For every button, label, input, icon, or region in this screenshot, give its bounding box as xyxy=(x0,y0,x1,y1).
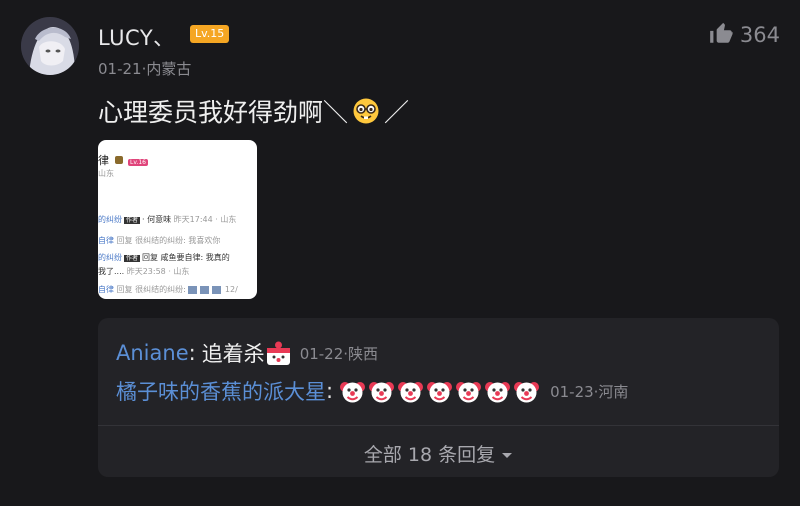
comment-meta: 01-21·内蒙古 xyxy=(98,60,192,78)
reply-item[interactable]: 橘子味的香蕉的派大星 : 01-23·河南 xyxy=(116,376,628,406)
preview-text: 回复 咸鱼要自律: 我真的 xyxy=(142,253,230,262)
preview-emoji-icons xyxy=(188,285,223,294)
reply-meta: 01-23·河南 xyxy=(550,382,629,401)
replies-box: Aniane : 追着杀 01-22·陕西 橘子味的香蕉的派大星 : 01-23… xyxy=(98,318,779,477)
divider xyxy=(98,425,779,426)
preview-meta: 12/ xyxy=(224,285,238,294)
preview-text: 回复 很纠结的纠纷: xyxy=(116,285,186,294)
comment-text-end: ／ xyxy=(384,98,410,127)
view-all-replies-label: 全部 18 条回复 xyxy=(363,444,496,466)
clown-face-icon xyxy=(484,378,511,405)
preview-name: 自律 xyxy=(98,236,114,245)
reply-item[interactable]: Aniane : 追着杀 01-22·陕西 xyxy=(116,338,378,368)
preview-location: 山东 xyxy=(98,169,114,178)
preview-title: 律 xyxy=(98,154,109,167)
reply-meta: 01-22·陕西 xyxy=(299,344,379,363)
reply-username[interactable]: Aniane xyxy=(116,341,189,365)
clown-face-icon xyxy=(426,378,453,405)
avatar[interactable] xyxy=(21,17,79,75)
reply-text: 追着杀 xyxy=(201,342,265,366)
thumbs-up-icon xyxy=(708,20,734,50)
clown-box-icon xyxy=(265,340,292,367)
preview-text: 我了.... xyxy=(98,267,125,276)
preview-name: 的纠纷 xyxy=(98,253,122,262)
reply-colon: : xyxy=(326,379,334,403)
preview-tag: 作者 xyxy=(124,217,141,224)
reply-colon: : xyxy=(188,341,196,365)
reply-username[interactable]: 橘子味的香蕉的派大星 xyxy=(116,376,326,406)
comment-text: 心理委员我好得劲啊＼ ／ xyxy=(98,93,409,129)
nerd-face-icon xyxy=(352,97,380,125)
clown-face-icon xyxy=(368,378,395,405)
preview-meta: 昨天23:58 · 山东 xyxy=(126,267,190,276)
preview-name: 的纠纷 xyxy=(98,215,122,224)
comment-text-main: 心理委员我好得劲啊＼ xyxy=(98,98,349,127)
clown-face-icon xyxy=(513,378,540,405)
level-badge: Lv.15 xyxy=(190,25,230,43)
shield-icon xyxy=(114,156,123,164)
preview-tag: 作者 xyxy=(124,255,141,262)
caret-down-icon xyxy=(501,443,513,465)
preview-text: 回复 很纠结的纠纷: 我喜欢你 xyxy=(116,236,221,245)
clown-face-icon xyxy=(397,378,424,405)
preview-meta: 昨天17:44 · 山东 xyxy=(173,215,237,224)
clown-face-icon xyxy=(455,378,482,405)
image-attachment[interactable]: 律 Lv.16 山东 的纠纷 作者 · 何意味 昨天17:44 · 山东 自律 回复… xyxy=(98,140,257,299)
preview-text: · 何意味 xyxy=(142,215,172,224)
clown-emoji-group xyxy=(339,378,542,405)
username[interactable]: LUCY、 xyxy=(98,22,175,52)
like-button[interactable]: 364 xyxy=(708,20,780,50)
clown-face-icon xyxy=(339,378,366,405)
preview-badge: Lv.16 xyxy=(128,159,148,166)
like-count: 364 xyxy=(739,23,780,47)
preview-name: 自律 xyxy=(98,285,114,294)
view-all-replies-button[interactable]: 全部 18 条回复 xyxy=(98,440,779,467)
